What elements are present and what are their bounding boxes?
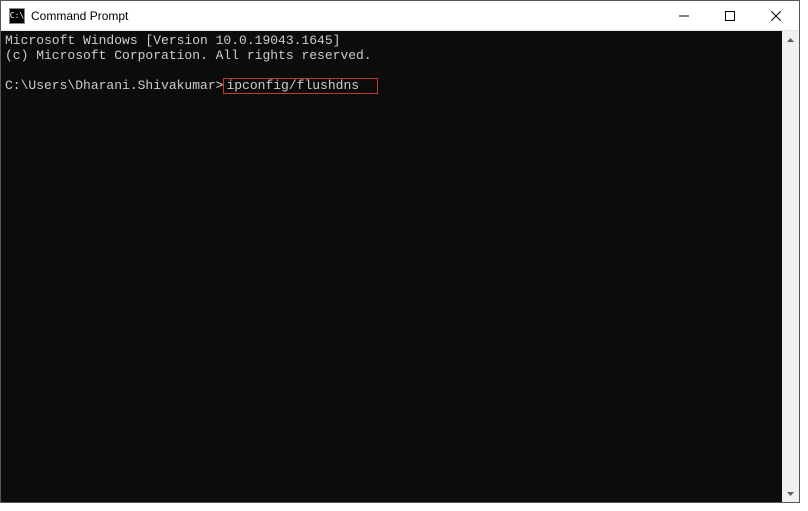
command-prompt-window: C:\ Command Prompt Microsoft Windows [Ve… [0, 0, 800, 503]
maximize-button[interactable] [707, 1, 753, 30]
close-icon [771, 11, 781, 21]
scroll-down-button[interactable] [782, 485, 799, 502]
version-line: Microsoft Windows [Version 10.0.19043.16… [5, 33, 340, 48]
command-text: ipconfig/flushdns [226, 78, 359, 93]
minimize-button[interactable] [661, 1, 707, 30]
minimize-icon [679, 11, 689, 21]
prompt-text: C:\Users\Dharani.Shivakumar> [5, 78, 223, 93]
app-icon: C:\ [9, 8, 25, 24]
trailing-space [359, 78, 375, 93]
window-controls [661, 1, 799, 30]
window-title: Command Prompt [31, 9, 661, 23]
titlebar: C:\ Command Prompt [1, 1, 799, 31]
terminal-output[interactable]: Microsoft Windows [Version 10.0.19043.16… [1, 31, 782, 502]
vertical-scrollbar[interactable] [782, 31, 799, 502]
prompt-line: C:\Users\Dharani.Shivakumar>ipconfig/flu… [5, 78, 378, 93]
chevron-up-icon [787, 38, 794, 42]
copyright-line: (c) Microsoft Corporation. All rights re… [5, 48, 372, 63]
scroll-up-button[interactable] [782, 31, 799, 48]
maximize-icon [725, 11, 735, 21]
chevron-down-icon [787, 492, 794, 496]
content-area: Microsoft Windows [Version 10.0.19043.16… [1, 31, 799, 502]
close-button[interactable] [753, 1, 799, 30]
command-highlight: ipconfig/flushdns [223, 78, 377, 94]
